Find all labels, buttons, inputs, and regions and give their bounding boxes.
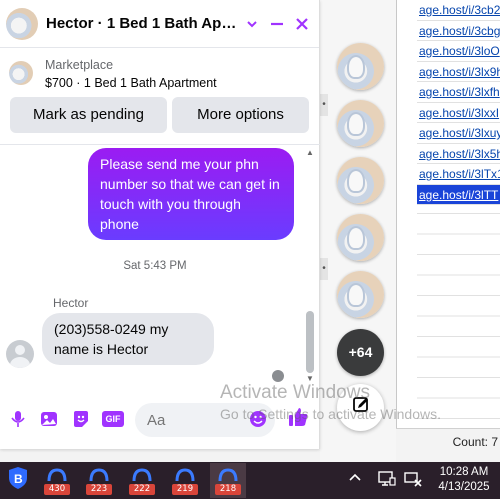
taskbar-app[interactable]: 430 — [39, 463, 75, 498]
incoming-message[interactable]: (203)558-0249 my name is Hector — [42, 313, 214, 365]
listing-source: Marketplace — [45, 58, 114, 72]
sheet-link-cell[interactable]: age.host/i/3lx5h — [417, 144, 500, 164]
gif-label: GIF — [102, 411, 124, 427]
sheet-link-cell-selected[interactable]: age.host/i/3lTT — [417, 184, 500, 205]
seen-indicator — [272, 370, 284, 382]
chat-title[interactable]: Hector · 1 Bed 1 Bath Apart… — [46, 15, 237, 32]
notification-badge: 219 — [172, 484, 198, 495]
sender-name: Hector — [53, 296, 89, 310]
contact-avatar[interactable] — [6, 7, 38, 40]
chat-head-avatar[interactable] — [337, 271, 384, 318]
scroll-down-arrow[interactable]: ▼ — [305, 374, 315, 384]
taskbar-app-shield[interactable]: B — [0, 463, 36, 498]
sheet-link-cell[interactable]: age.host/i/3cbg — [417, 21, 500, 41]
chat-header[interactable]: Hector · 1 Bed 1 Bath Apart… — [0, 0, 319, 48]
spreadsheet-window: age.host/i/3cb2 age.host/i/3cbg age.host… — [396, 0, 500, 462]
message-composer: GIF — [0, 398, 320, 442]
sender-avatar[interactable] — [6, 340, 34, 368]
notification-badge: 223 — [86, 484, 112, 495]
background-scroll-marker: • — [320, 94, 328, 116]
taskbar-app[interactable]: 223 — [81, 463, 117, 498]
message-timestamp: Sat 5:43 PM — [123, 260, 187, 272]
emoji-icon[interactable] — [247, 408, 269, 430]
taskbar-app-active[interactable]: 218 — [210, 463, 246, 498]
scroll-up-arrow[interactable]: ▲ — [305, 148, 315, 158]
outgoing-message[interactable]: Please send me your phn number so that w… — [88, 148, 294, 240]
chevron-up-icon[interactable] — [348, 471, 362, 488]
clock-date: 4/13/2025 — [438, 481, 490, 493]
minimize-icon[interactable] — [267, 13, 288, 35]
sticker-icon[interactable] — [70, 408, 92, 430]
photo-icon[interactable] — [38, 408, 60, 430]
svg-text:B: B — [14, 472, 23, 486]
chat-head-avatar[interactable] — [337, 100, 384, 147]
network-disconnected-icon[interactable] — [404, 471, 422, 490]
taskbar: B 430 223 222 219 218 10:28 AM 4/13/2025 — [0, 462, 500, 499]
message-thread[interactable]: Please send me your phn number so that w… — [0, 145, 320, 388]
taskbar-app[interactable]: 222 — [124, 463, 160, 498]
taskbar-app[interactable]: 219 — [167, 463, 203, 498]
gif-icon[interactable]: GIF — [101, 408, 125, 430]
sheet-link-cell[interactable]: age.host/i/3lxfh — [417, 82, 500, 103]
sheet-link-cell[interactable]: age.host/i/3lx9h — [417, 62, 500, 82]
sheet-link-cell[interactable]: age.host/i/3cb2 — [417, 0, 500, 21]
spreadsheet-status-bar: Count: 7 — [396, 428, 500, 462]
like-icon[interactable] — [287, 406, 309, 428]
spreadsheet-rows: age.host/i/3cb2 age.host/i/3cbg age.host… — [417, 0, 500, 205]
chat-head-avatar[interactable] — [337, 43, 384, 90]
notification-badge: 218 — [215, 484, 241, 495]
sheet-link-cell[interactable]: age.host/i/3lTx1 — [417, 164, 500, 185]
new-message-button[interactable] — [337, 384, 384, 431]
display-icon[interactable] — [378, 471, 396, 490]
notification-badge: 222 — [129, 484, 155, 495]
mark-as-pending-button[interactable]: Mark as pending — [10, 97, 167, 133]
message-scrollbar[interactable]: ▲ ▼ — [303, 146, 317, 386]
more-options-button[interactable]: More options — [172, 97, 309, 133]
scroll-thumb[interactable] — [306, 311, 314, 373]
sheet-link-cell[interactable]: age.host/i/3lxxI — [417, 103, 500, 123]
chat-head-avatar[interactable] — [337, 214, 384, 261]
sheet-link-cell[interactable]: age.host/i/3loO — [417, 41, 500, 62]
system-clock[interactable]: 10:28 AM 4/13/2025 — [434, 465, 494, 495]
chevron-down-icon[interactable] — [241, 13, 262, 35]
background-scroll-marker: • — [320, 258, 328, 280]
clock-time: 10:28 AM — [439, 466, 489, 478]
chat-window: Hector · 1 Bed 1 Bath Apart… Marketplace… — [0, 0, 320, 449]
compose-icon — [351, 395, 371, 420]
microphone-icon[interactable] — [7, 408, 29, 430]
more-chats-button[interactable]: +64 — [337, 329, 384, 376]
status-count: Count: 7 — [452, 435, 498, 449]
listing-title[interactable]: $700 · 1 Bed 1 Bath Apartment — [45, 76, 217, 90]
chat-head-avatar[interactable] — [337, 157, 384, 204]
shield-app-icon: B — [7, 466, 29, 495]
sheet-link-cell[interactable]: age.host/i/3lxuy — [417, 123, 500, 144]
close-icon[interactable] — [292, 13, 313, 35]
listing-thumbnail[interactable] — [9, 61, 33, 85]
notification-badge: 430 — [44, 484, 70, 495]
spreadsheet-grid[interactable] — [417, 213, 500, 423]
